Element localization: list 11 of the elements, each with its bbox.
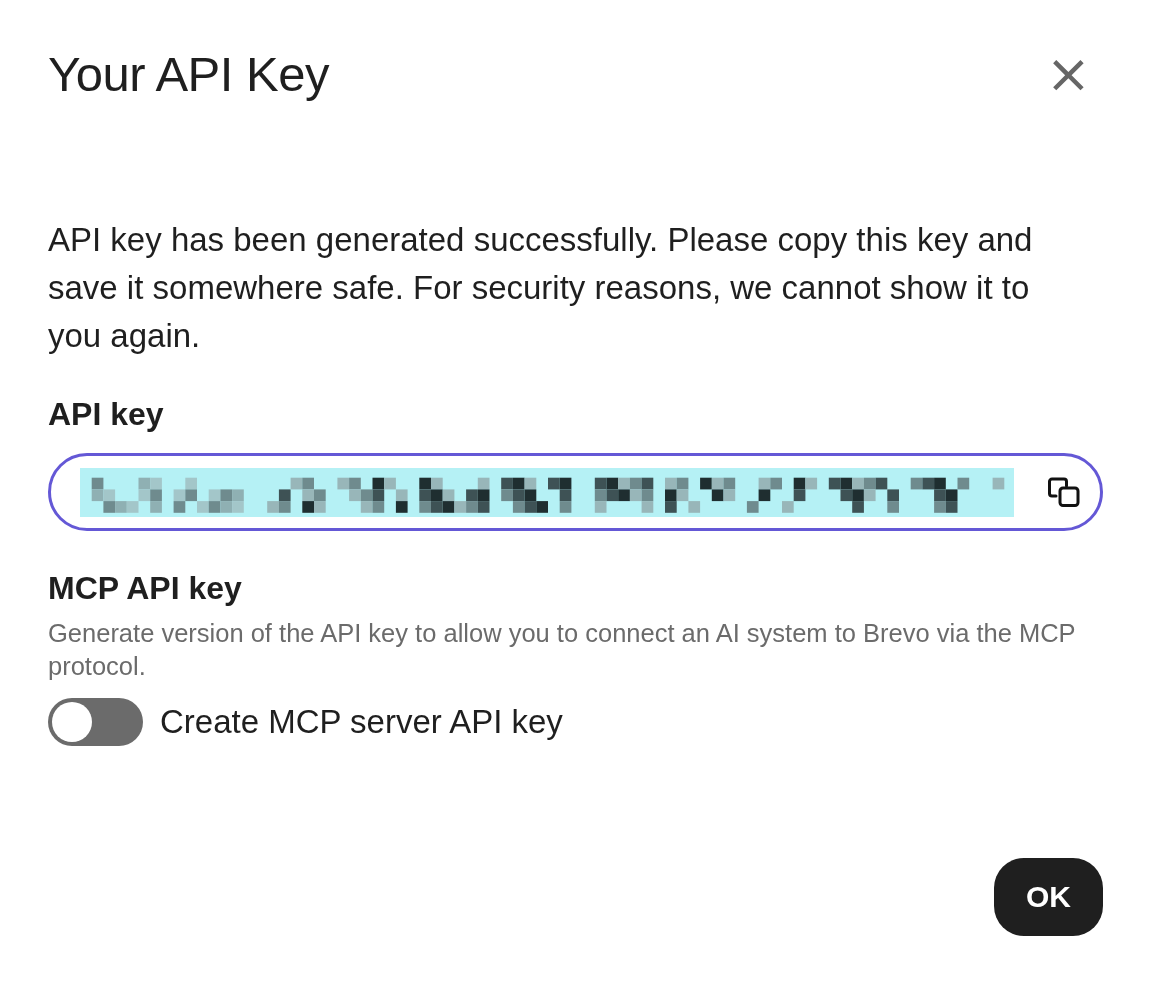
section-description: Generate version of the API key to allow you to connect an AI system to Brevo via the MCP protocol. xyxy=(48,618,1077,682)
ok-button[interactable]: OK xyxy=(994,858,1103,936)
toggle-switch[interactable] xyxy=(48,698,143,746)
section-heading: MCP API key xyxy=(48,570,243,606)
field-label: API key xyxy=(48,396,165,432)
toggle-label: Create MCP server API key xyxy=(160,703,563,741)
api-key-field[interactable] xyxy=(48,453,1103,531)
success-message: API key has been generated successfully. Please copy this key and save it somewhere safe. For security reasons, we cannot show it to you again. xyxy=(48,220,1034,356)
dialog-title: Your API Key xyxy=(48,46,329,102)
close-button[interactable]: × xyxy=(1045,54,1103,94)
copy-icon[interactable] xyxy=(1048,477,1080,507)
